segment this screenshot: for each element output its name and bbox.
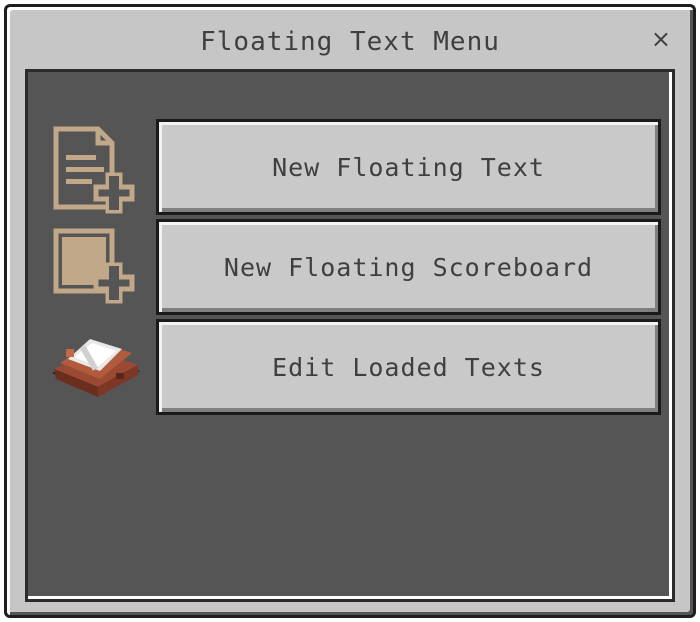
menu-row-new-floating-text: New Floating Text (46, 119, 668, 215)
new-document-icon (46, 123, 142, 215)
close-icon[interactable]: × (651, 25, 671, 53)
new-floating-text-button[interactable]: New Floating Text (156, 119, 661, 215)
book-icon (46, 323, 142, 415)
new-floating-scoreboard-label: New Floating Scoreboard (223, 252, 594, 282)
new-scoreboard-icon (46, 223, 142, 315)
menu-row-new-floating-scoreboard: New Floating Scoreboard (46, 219, 668, 315)
new-floating-text-label: New Floating Text (272, 152, 545, 182)
dialog-title: Floating Text Menu (200, 27, 500, 57)
floating-text-menu-dialog: Floating Text Menu × New Floating Text N… (4, 4, 696, 618)
edit-loaded-texts-label: Edit Loaded Texts (272, 352, 545, 382)
menu-panel: New Floating Text New Floating Scoreboar… (25, 69, 675, 602)
new-floating-scoreboard-button[interactable]: New Floating Scoreboard (156, 219, 661, 315)
edit-loaded-texts-button[interactable]: Edit Loaded Texts (156, 319, 661, 415)
menu-row-edit-loaded-texts: Edit Loaded Texts (46, 319, 668, 415)
